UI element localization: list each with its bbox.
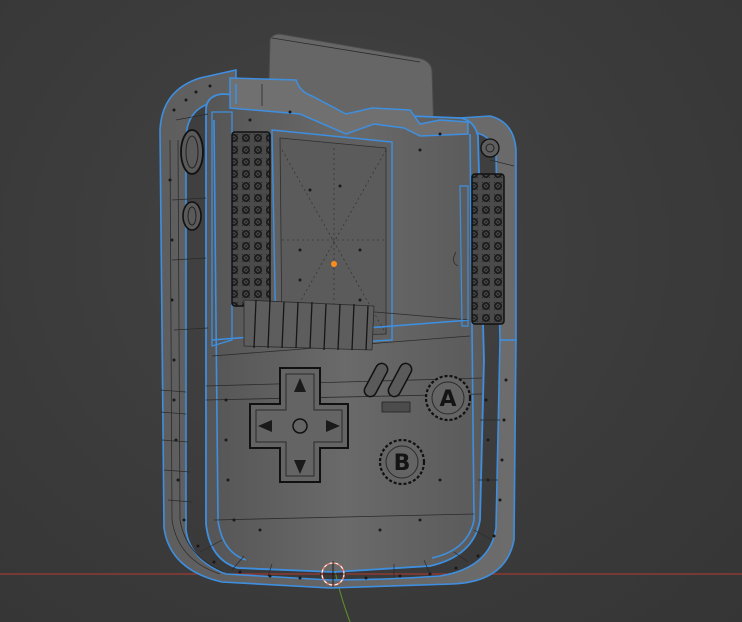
side-dial-top[interactable] [180, 129, 204, 175]
3d-viewport[interactable]: A B [0, 0, 742, 622]
a-button[interactable]: A [424, 374, 472, 422]
side-dial-bottom[interactable] [182, 201, 202, 231]
pivot-point[interactable] [331, 261, 337, 267]
b-button-label: B [394, 451, 411, 476]
power-switch-icon[interactable] [480, 138, 500, 158]
b-button[interactable]: B [378, 438, 426, 486]
speaker-grill-left[interactable] [231, 131, 271, 307]
connector-pins[interactable] [243, 299, 375, 351]
viewport-canvas[interactable]: A B [0, 0, 742, 622]
select-start-plate [381, 401, 411, 413]
a-button-label: A [439, 387, 456, 412]
